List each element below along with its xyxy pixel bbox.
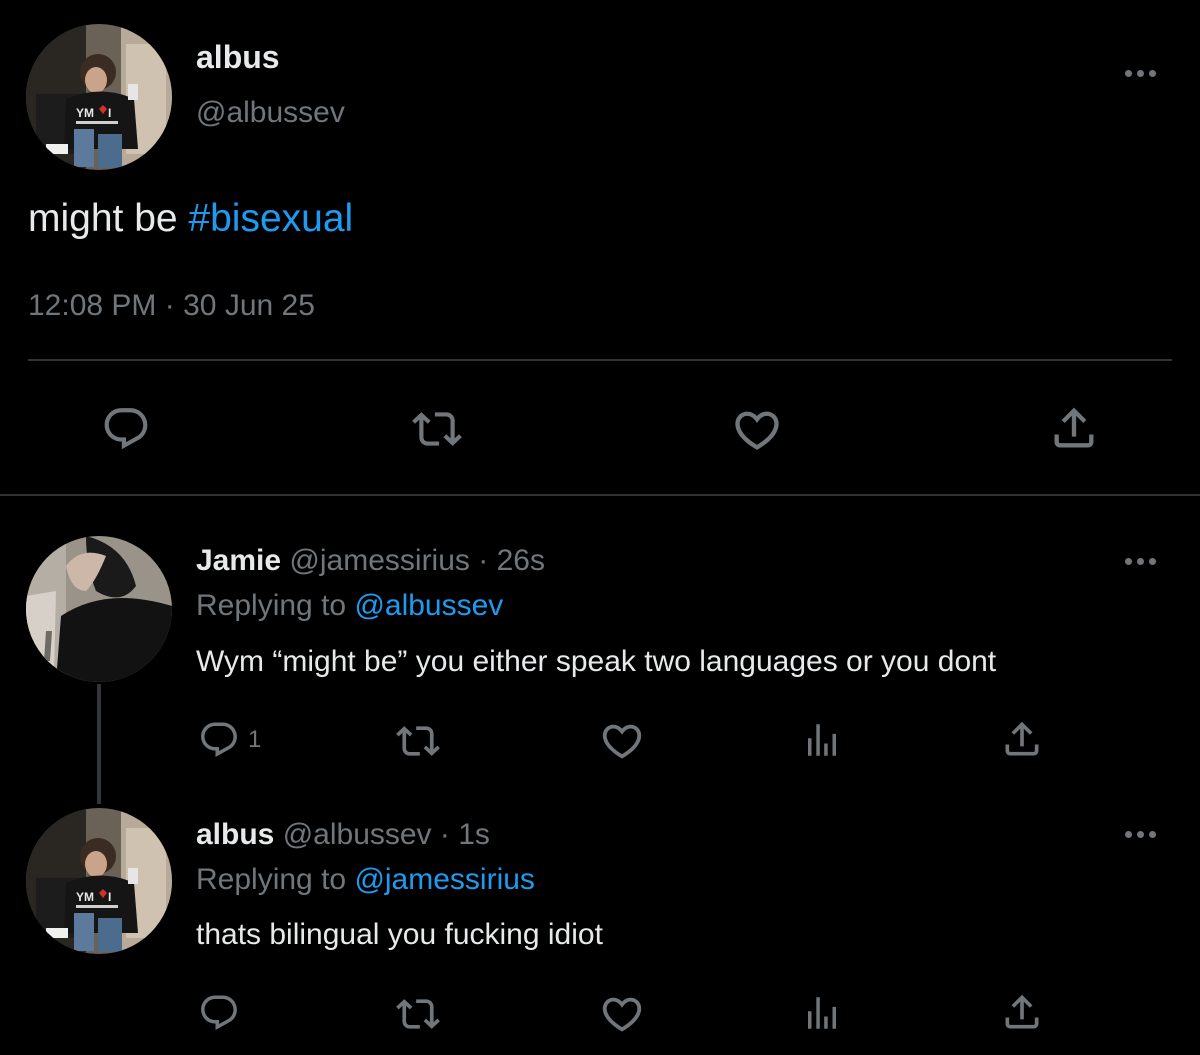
share-icon — [1000, 717, 1044, 761]
display-name[interactable]: albus — [196, 38, 280, 76]
reply-count: 1 — [248, 726, 262, 753]
hashtag-link[interactable]: #bisexual — [188, 197, 353, 240]
tweet-text-plain: might be — [28, 197, 189, 240]
views-button[interactable] — [801, 719, 843, 761]
display-name[interactable]: albus — [196, 818, 274, 851]
separator: · — [478, 544, 489, 577]
like-button[interactable] — [731, 404, 783, 456]
more-icon[interactable] — [1120, 551, 1160, 571]
reply-icon — [198, 992, 240, 1034]
reply-icon — [198, 719, 240, 761]
views-button[interactable] — [801, 992, 843, 1034]
reply-icon — [101, 404, 151, 454]
tweet-date: 30 Jun 25 — [183, 289, 315, 322]
like-icon — [731, 404, 783, 456]
replying-to: Replying to @albussev — [196, 587, 503, 625]
handle[interactable]: @jamessirius — [289, 544, 469, 577]
thread-line — [97, 684, 101, 804]
avatar[interactable] — [26, 24, 172, 170]
retweet-button[interactable] — [396, 719, 440, 763]
separator: · — [164, 289, 175, 322]
share-icon — [1000, 990, 1044, 1034]
share-icon — [1048, 402, 1100, 454]
views-icon — [801, 992, 843, 1034]
retweet-icon — [396, 719, 440, 763]
separator: · — [439, 818, 450, 851]
retweet-button[interactable] — [396, 992, 440, 1036]
section-divider — [0, 494, 1200, 496]
share-button[interactable] — [1000, 990, 1044, 1034]
timestamp[interactable]: 12:08 PM · 30 Jun 25 — [28, 288, 315, 324]
replying-to: Replying to @jamessirius — [196, 861, 535, 899]
more-icon[interactable] — [1120, 824, 1160, 844]
replying-label: Replying to — [196, 863, 347, 896]
profile-photo — [26, 24, 172, 170]
display-name[interactable]: Jamie — [196, 544, 281, 577]
reply-text: thats bilingual you fucking idiot — [196, 918, 603, 951]
retweet-icon — [396, 992, 440, 1036]
avatar[interactable] — [26, 808, 172, 954]
reply-button[interactable] — [198, 992, 240, 1034]
tweet-text: might be #bisexual — [28, 196, 353, 242]
reply-age[interactable]: 26s — [497, 544, 545, 577]
reply-button[interactable] — [101, 404, 151, 454]
reply-header: albus @albussev · 1s — [196, 816, 490, 854]
replying-label: Replying to — [196, 589, 347, 622]
handle[interactable]: @albussev — [283, 818, 432, 851]
like-button[interactable] — [599, 991, 645, 1037]
more-icon[interactable] — [1120, 63, 1160, 83]
tweet-time: 12:08 PM — [28, 289, 157, 322]
mention-link[interactable]: @jamessirius — [354, 863, 534, 896]
mention-link[interactable]: @albussev — [354, 589, 503, 622]
views-icon — [801, 719, 843, 761]
profile-photo — [26, 808, 172, 954]
divider — [28, 359, 1172, 361]
share-button[interactable] — [1048, 402, 1100, 454]
like-icon — [599, 718, 645, 764]
reply-header: Jamie @jamessirius · 26s — [196, 542, 545, 580]
avatar[interactable] — [26, 536, 172, 682]
retweet-button[interactable] — [412, 404, 462, 454]
profile-photo — [26, 536, 172, 682]
reply-button[interactable]: 1 — [198, 719, 261, 761]
like-button[interactable] — [599, 718, 645, 764]
like-icon — [599, 991, 645, 1037]
handle[interactable]: @albussev — [196, 95, 345, 131]
reply-age[interactable]: 1s — [458, 818, 490, 851]
retweet-icon — [412, 404, 462, 454]
reply-text: Wym “might be” you either speak two lang… — [196, 645, 997, 678]
share-button[interactable] — [1000, 717, 1044, 761]
